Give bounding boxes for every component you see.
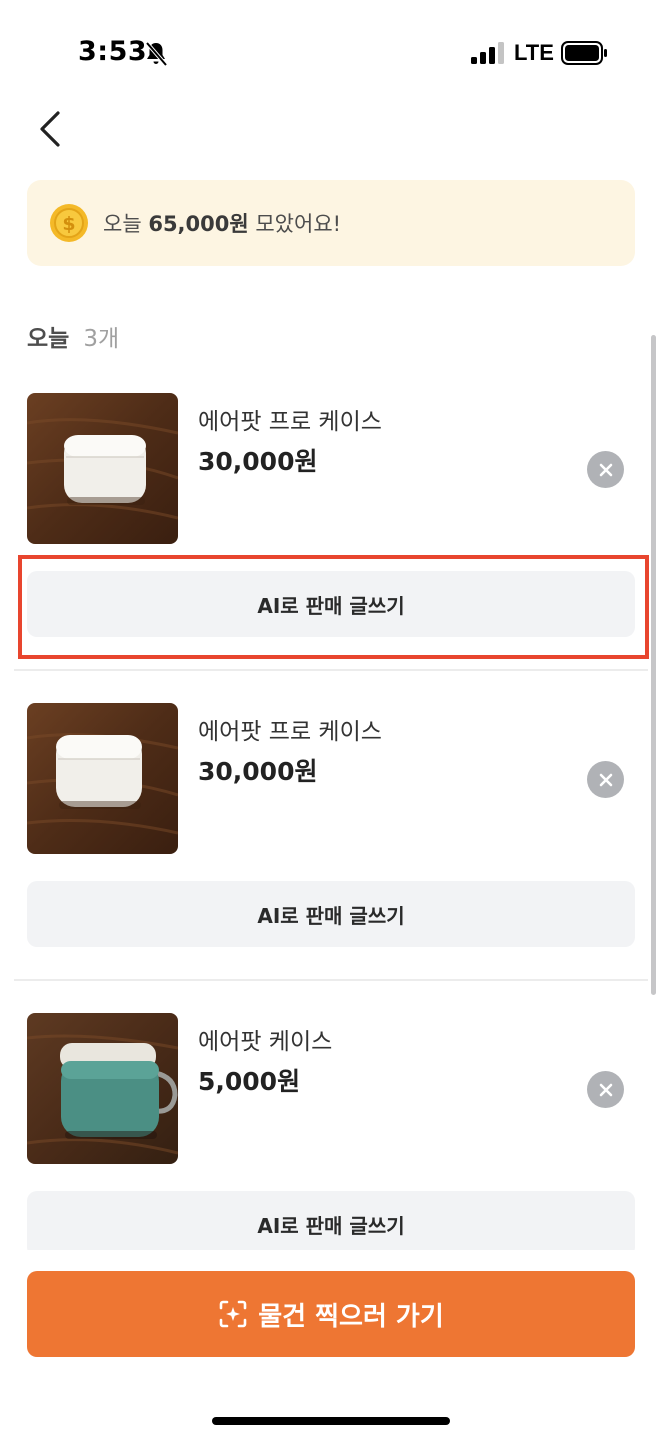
take-photo-button[interactable]: 물건 찍으러 가기 [27, 1271, 635, 1357]
divider [14, 669, 648, 671]
item-thumbnail[interactable] [27, 703, 178, 854]
savings-banner: $ 오늘 65,000원 모았어요! [27, 180, 635, 266]
item-name: 에어팟 프로 케이스 [198, 409, 382, 435]
take-photo-label: 물건 찍으러 가기 [258, 1301, 444, 1332]
remove-item-button[interactable] [587, 451, 624, 488]
coin-dollar-icon: $ [50, 204, 88, 242]
section-header: 오늘 3개 [27, 319, 119, 353]
section-count: 3개 [83, 326, 120, 352]
list-item: 에어팟 프로 케이스 30,000원 AI로 판매 글쓰기 [0, 378, 662, 688]
network-type: LTE [514, 40, 554, 65]
scrollbar[interactable] [651, 335, 656, 995]
chevron-left-icon [40, 111, 60, 147]
section-title: 오늘 [27, 326, 70, 352]
list-item: 에어팟 프로 케이스 30,000원 AI로 판매 글쓰기 [0, 688, 662, 998]
item-price: 5,000원 [198, 1067, 301, 1096]
list-item: 에어팟 케이스 5,000원 AI로 판매 글쓰기 [0, 998, 662, 1250]
battery-full-icon [561, 41, 607, 65]
item-thumbnail[interactable] [27, 393, 178, 544]
bell-slash-icon [145, 41, 168, 67]
item-name: 에어팟 케이스 [198, 1029, 333, 1055]
item-list[interactable]: 에어팟 프로 케이스 30,000원 AI로 판매 글쓰기 에어팟 프로 케이스… [0, 378, 662, 1250]
back-button[interactable] [28, 104, 72, 154]
green-airpods-silicone-case-photo [27, 1013, 178, 1164]
item-price: 30,000원 [198, 447, 318, 476]
item-thumbnail[interactable] [27, 1013, 178, 1164]
remove-item-button[interactable] [587, 1071, 624, 1108]
divider [14, 979, 648, 981]
home-indicator[interactable] [212, 1417, 450, 1425]
banner-amount: 65,000원 [148, 212, 249, 236]
close-icon [599, 773, 612, 786]
banner-message: 오늘 65,000원 모았어요! [103, 212, 342, 236]
highlight-box [18, 555, 649, 659]
white-airpods-pro-case-photo [27, 703, 178, 854]
remove-item-button[interactable] [587, 761, 624, 798]
status-time: 3:53 [78, 36, 148, 67]
camera-sparkle-icon [219, 1300, 247, 1328]
close-icon [599, 1083, 612, 1096]
ai-write-listing-button[interactable]: AI로 판매 글쓰기 [27, 1191, 635, 1250]
item-price: 30,000원 [198, 757, 318, 786]
cellular-signal-icon [471, 42, 504, 64]
item-name: 에어팟 프로 케이스 [198, 719, 382, 745]
svg-text:$: $ [62, 213, 75, 235]
status-bar: 3:53 LTE [0, 0, 662, 100]
ai-write-listing-button[interactable]: AI로 판매 글쓰기 [27, 881, 635, 947]
close-icon [599, 463, 612, 476]
white-airpods-pro-case-photo [27, 393, 178, 544]
